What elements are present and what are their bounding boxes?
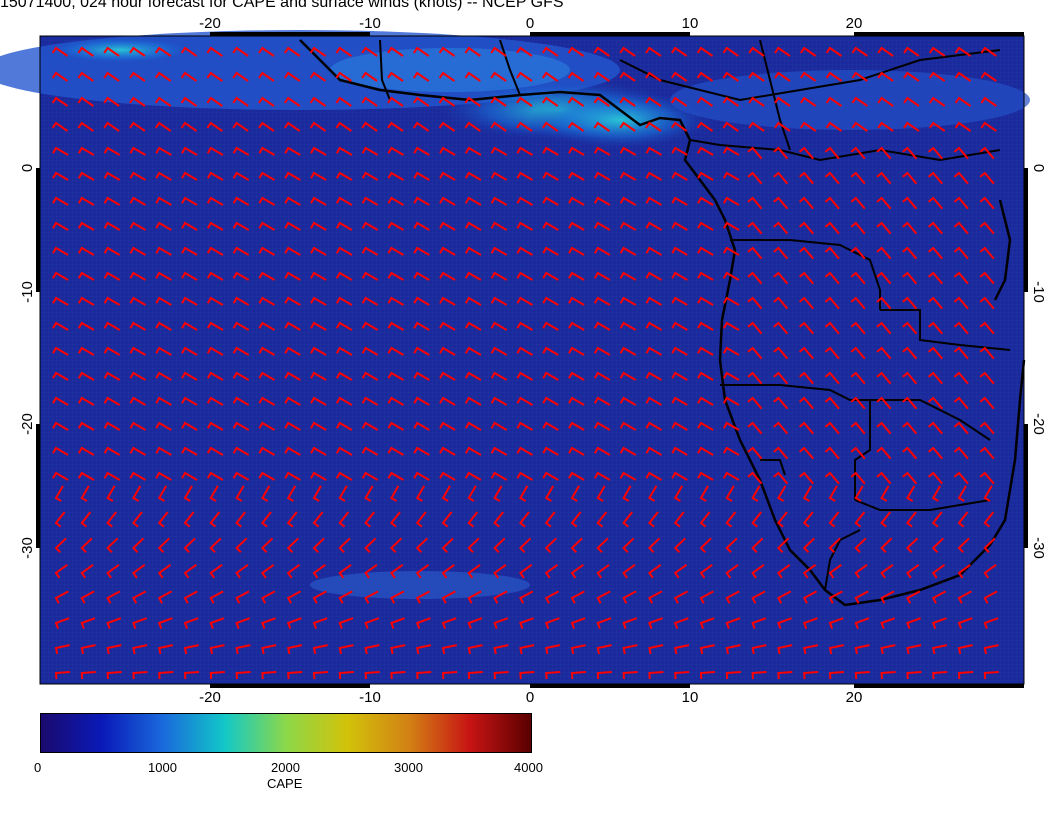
lon-tick-label: -20 xyxy=(199,15,221,32)
lon-tick-label: -10 xyxy=(359,15,381,32)
lat-tick-label: 0 xyxy=(1030,164,1047,172)
cape-colorbar xyxy=(40,713,532,753)
lon-tick-label: 0 xyxy=(526,689,534,706)
lat-tick-labels-left: 0 -10 -20 -30 xyxy=(19,164,36,559)
lon-tick-labels-bottom: -20 -10 0 10 20 xyxy=(199,689,862,706)
colorbar-tick-label: 0 xyxy=(34,760,42,775)
colorbar-tick-label: 3000 xyxy=(394,760,423,775)
lon-tick-label: 20 xyxy=(846,15,863,32)
lon-tick-label: 10 xyxy=(682,689,699,706)
colorbar-tick-label: 2000 xyxy=(271,760,300,775)
lon-tick-label: 0 xyxy=(526,15,534,32)
lon-tick-label: 20 xyxy=(846,689,863,706)
lon-tick-label: -20 xyxy=(199,689,221,706)
map-figure: -20 -10 0 10 20 -20 -10 0 10 20 0 -10 -2… xyxy=(0,15,1047,706)
lat-tick-label: 0 xyxy=(19,164,36,172)
lat-tick-label: -30 xyxy=(1030,537,1047,559)
lat-tick-labels-right: 0 -10 -20 -30 xyxy=(1030,164,1047,559)
lat-tick-label: -10 xyxy=(1030,281,1047,303)
colorbar-tick-label: 1000 xyxy=(148,760,177,775)
colorbar-title: CAPE xyxy=(267,776,303,791)
lat-tick-label: -20 xyxy=(1030,413,1047,435)
lon-tick-labels-top: -20 -10 0 10 20 xyxy=(199,15,862,32)
colorbar-tick-label: 4000 xyxy=(514,760,543,775)
lat-tick-label: -10 xyxy=(19,281,36,303)
lat-tick-label: -30 xyxy=(19,537,36,559)
lon-tick-label: -10 xyxy=(359,689,381,706)
lon-tick-label: 10 xyxy=(682,15,699,32)
lat-tick-label: -20 xyxy=(19,413,36,435)
